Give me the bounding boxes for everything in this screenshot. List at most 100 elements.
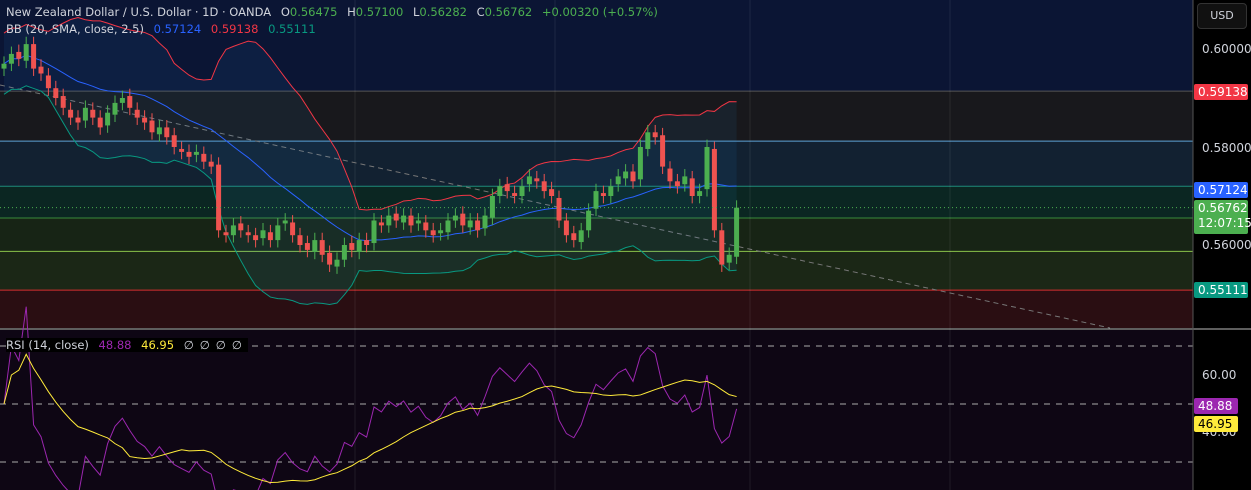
candle-body bbox=[193, 151, 199, 155]
ohlc-low: L0.56282 bbox=[413, 5, 467, 19]
candle-body bbox=[356, 240, 362, 252]
candle-body bbox=[1, 63, 7, 69]
candle-body bbox=[401, 215, 407, 223]
rsi-extra: ∅ bbox=[199, 338, 210, 352]
candle-body bbox=[682, 176, 688, 185]
candle-body bbox=[415, 220, 421, 224]
candle-body bbox=[156, 127, 162, 135]
candle-body bbox=[16, 51, 22, 59]
bb-upper-tag: 0.59138 bbox=[1194, 84, 1248, 100]
candle-body bbox=[652, 132, 658, 138]
candle-body bbox=[386, 215, 392, 226]
candle-body bbox=[179, 148, 185, 152]
candle-body bbox=[438, 230, 444, 234]
candle-body bbox=[660, 135, 666, 167]
candle-body bbox=[452, 215, 458, 221]
candle-body bbox=[563, 220, 569, 236]
candle-body bbox=[90, 109, 96, 118]
chart-root[interactable]: New Zealand Dollar / U.S. Dollar · 1D · … bbox=[0, 0, 1251, 490]
candle-body bbox=[445, 220, 451, 233]
currency-button[interactable]: USD bbox=[1197, 3, 1247, 29]
bar-countdown: 12:07:15 bbox=[1198, 216, 1251, 230]
candle-body bbox=[475, 220, 481, 231]
bb-basis-tag: 0.57124 bbox=[1194, 182, 1248, 198]
candle-body bbox=[82, 107, 88, 121]
candle-body bbox=[319, 240, 325, 255]
candle-body bbox=[245, 232, 251, 236]
candle-body bbox=[97, 117, 103, 128]
candle-body bbox=[60, 96, 66, 108]
h-label: H bbox=[347, 5, 356, 19]
candle-body bbox=[267, 232, 273, 241]
candle-body bbox=[615, 176, 621, 185]
candle-body bbox=[600, 193, 606, 196]
rsi-tick: 60.00 bbox=[1202, 368, 1237, 382]
l-value: 0.56282 bbox=[419, 5, 467, 19]
candle-body bbox=[304, 243, 310, 250]
o-label: O bbox=[280, 5, 290, 19]
candle-body bbox=[719, 230, 725, 265]
candle-body bbox=[216, 164, 222, 231]
candle-body bbox=[689, 178, 695, 196]
symbol-title: New Zealand Dollar / U.S. Dollar · 1D · … bbox=[6, 5, 272, 19]
rsi-legend[interactable]: RSI (14, close) 48.88 46.95 ∅ ∅ ∅ ∅ bbox=[6, 338, 248, 352]
candle-body bbox=[68, 109, 74, 118]
candle-body bbox=[275, 225, 281, 241]
rsi-extra: ∅ bbox=[231, 338, 242, 352]
candle-body bbox=[504, 184, 510, 192]
candle-body bbox=[149, 120, 155, 133]
rsi-label: RSI (14, close) bbox=[6, 338, 89, 352]
bb-upper-value: 0.59138 bbox=[210, 22, 259, 36]
candle-body bbox=[571, 233, 577, 241]
bb-basis-value: 0.57124 bbox=[153, 22, 202, 36]
rsi-tag: 48.88 bbox=[1194, 398, 1238, 414]
rsi-extra: ∅ bbox=[215, 338, 226, 352]
candle-body bbox=[645, 132, 651, 149]
ohlc-close: C0.56762 bbox=[477, 5, 533, 19]
candle-body bbox=[371, 220, 377, 244]
candle-body bbox=[119, 98, 125, 103]
candle-body bbox=[408, 215, 414, 226]
change-value: +0.00320 (+0.57%) bbox=[541, 5, 658, 19]
candle-body bbox=[697, 191, 703, 196]
candle-body bbox=[630, 171, 636, 182]
candle-body bbox=[430, 230, 436, 236]
candle-body bbox=[393, 213, 399, 221]
candle-body bbox=[711, 148, 717, 231]
candle-body bbox=[341, 245, 347, 260]
candle-body bbox=[238, 223, 244, 231]
candle-body bbox=[53, 88, 59, 98]
candle-body bbox=[378, 222, 384, 226]
bb-lower-value: 0.55111 bbox=[268, 22, 316, 36]
rsi-ma-value: 46.95 bbox=[141, 338, 175, 352]
candle-body bbox=[23, 44, 29, 61]
candle-body bbox=[45, 75, 51, 89]
c-value: 0.56762 bbox=[484, 5, 533, 19]
candle-body bbox=[112, 102, 118, 115]
candle-body bbox=[260, 230, 266, 239]
candle-body bbox=[290, 222, 296, 236]
price-tick: 0.60000 bbox=[1202, 42, 1251, 56]
candle-body bbox=[364, 240, 370, 245]
rsi-pane bbox=[0, 330, 1193, 490]
candle-body bbox=[312, 240, 318, 252]
symbol-legend: New Zealand Dollar / U.S. Dollar · 1D · … bbox=[6, 5, 664, 19]
candle-body bbox=[734, 207, 740, 257]
chart-canvas[interactable] bbox=[0, 0, 1251, 490]
h-value: 0.57100 bbox=[355, 5, 404, 19]
candle-body bbox=[549, 189, 555, 196]
bb-label: BB (20, SMA, close, 2.5) bbox=[6, 22, 144, 36]
bb-legend[interactable]: BB (20, SMA, close, 2.5) 0.57124 0.59138… bbox=[6, 22, 322, 36]
candle-body bbox=[142, 117, 148, 123]
candle-body bbox=[578, 230, 584, 243]
candle-body bbox=[31, 44, 37, 69]
candle-body bbox=[127, 96, 133, 108]
c-label: C bbox=[476, 5, 485, 19]
candle-body bbox=[489, 196, 495, 218]
candle-body bbox=[297, 235, 303, 245]
candle-body bbox=[201, 153, 207, 162]
zone bbox=[0, 290, 1193, 328]
last-price-tag: 0.56762 12:07:15 bbox=[1194, 200, 1251, 234]
candle-body bbox=[349, 243, 355, 250]
candle-body bbox=[423, 222, 429, 231]
